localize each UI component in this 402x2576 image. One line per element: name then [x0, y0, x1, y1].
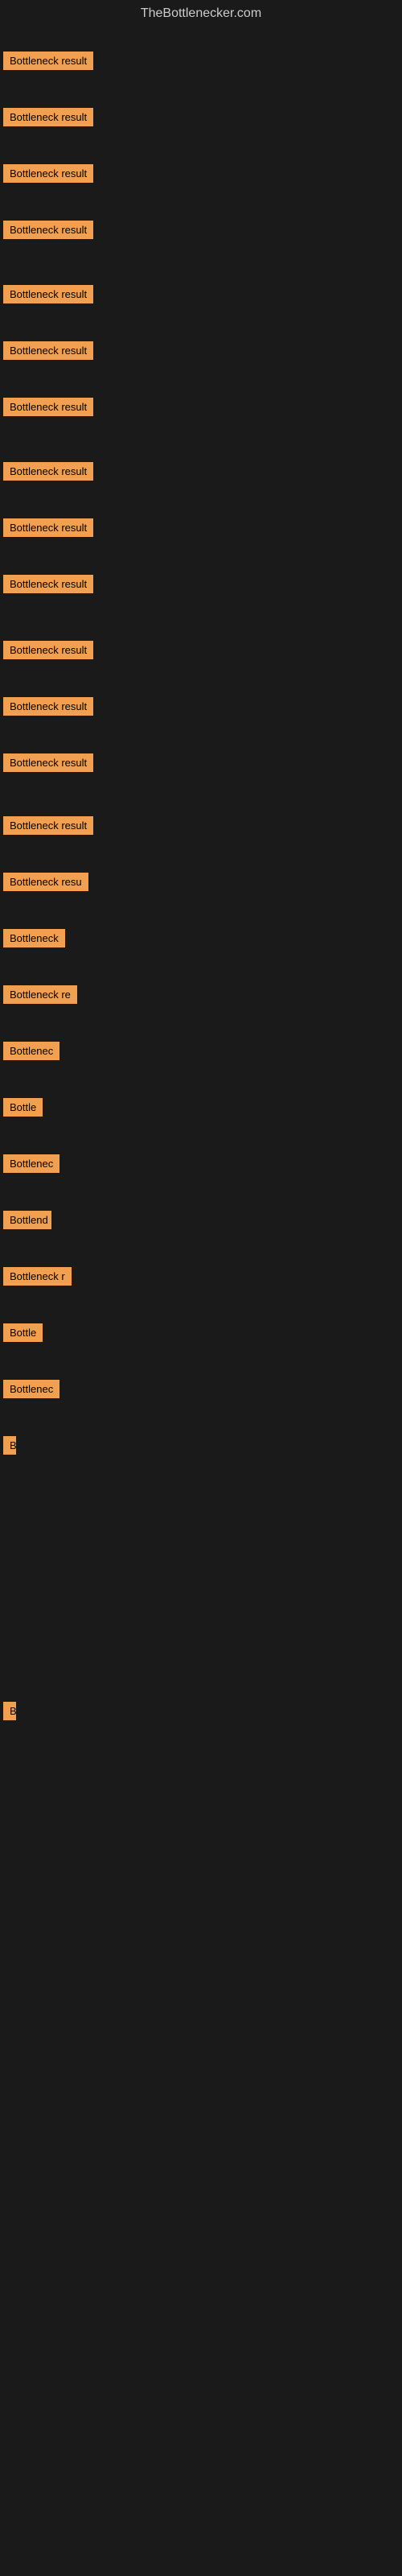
bottleneck-item: Bottleneck result — [0, 164, 93, 187]
bottleneck-item: Bottlenec — [0, 1042, 59, 1064]
bottleneck-item: Bottlenec — [0, 1380, 59, 1402]
bottleneck-item: Bottleneck result — [0, 697, 93, 720]
bottleneck-item: Bottleneck result — [0, 575, 93, 597]
bottleneck-item: Bottleneck result — [0, 108, 93, 130]
bottleneck-item: Bottleneck re — [0, 985, 77, 1008]
bottleneck-item: Bottleneck result — [0, 221, 93, 243]
bottleneck-item: Bottlend — [0, 1211, 51, 1233]
bottleneck-badge[interactable]: Bottlenec — [3, 1042, 59, 1060]
bottleneck-item: Bottleneck r — [0, 1267, 72, 1290]
bottleneck-badge[interactable]: Bottleneck result — [3, 575, 93, 593]
bottleneck-badge[interactable]: Bottleneck re — [3, 985, 77, 1004]
bottleneck-badge[interactable]: Bottleneck result — [3, 398, 93, 416]
bottleneck-item: Bottleneck result — [0, 462, 93, 485]
bottleneck-badge[interactable]: Bottleneck result — [3, 221, 93, 239]
bottleneck-item: Bottleneck resu — [0, 873, 88, 895]
bottleneck-badge[interactable]: Bottleneck result — [3, 52, 93, 70]
bottleneck-badge[interactable]: Bottleneck result — [3, 697, 93, 716]
bottleneck-badge[interactable]: B — [3, 1702, 16, 1720]
bottleneck-badge[interactable]: Bottleneck result — [3, 518, 93, 537]
bottleneck-badge[interactable]: B — [3, 1436, 16, 1455]
bottleneck-item: B — [0, 1436, 16, 1459]
bottleneck-badge[interactable]: Bottleneck result — [3, 641, 93, 659]
bottleneck-badge[interactable]: Bottleneck result — [3, 816, 93, 835]
bottleneck-item: B — [0, 1702, 16, 1724]
bottleneck-badge[interactable]: Bottleneck — [3, 929, 65, 947]
bottleneck-badge[interactable]: Bottlenec — [3, 1154, 59, 1173]
bottleneck-item: Bottleneck result — [0, 753, 93, 776]
bottleneck-badge[interactable]: Bottleneck result — [3, 341, 93, 360]
bottleneck-badge[interactable]: Bottleneck result — [3, 462, 93, 481]
bottleneck-badge[interactable]: Bottleneck result — [3, 164, 93, 183]
bottleneck-badge[interactable]: Bottleneck result — [3, 285, 93, 303]
bottleneck-item: Bottleneck result — [0, 285, 93, 308]
bottleneck-item: Bottleneck result — [0, 641, 93, 663]
bottleneck-item: Bottle — [0, 1098, 43, 1121]
bottleneck-item: Bottleneck — [0, 929, 65, 952]
site-title: TheBottlenecker.com — [0, 0, 402, 27]
bottleneck-item: Bottle — [0, 1323, 43, 1346]
bottleneck-item: Bottleneck result — [0, 816, 93, 839]
bottleneck-item: Bottleneck result — [0, 341, 93, 364]
bottleneck-badge[interactable]: Bottle — [3, 1098, 43, 1117]
bottleneck-badge[interactable]: Bottlenec — [3, 1380, 59, 1398]
bottleneck-badge[interactable]: Bottlend — [3, 1211, 51, 1229]
bottleneck-badge[interactable]: Bottleneck result — [3, 108, 93, 126]
bottleneck-badge[interactable]: Bottleneck resu — [3, 873, 88, 891]
bottleneck-badge[interactable]: Bottle — [3, 1323, 43, 1342]
bottleneck-item: Bottleneck result — [0, 398, 93, 420]
bottleneck-item: Bottleneck result — [0, 52, 93, 74]
bottleneck-badge[interactable]: Bottleneck result — [3, 753, 93, 772]
bottleneck-item: Bottlenec — [0, 1154, 59, 1177]
bottleneck-badge[interactable]: Bottleneck r — [3, 1267, 72, 1286]
bottleneck-item: Bottleneck result — [0, 518, 93, 541]
